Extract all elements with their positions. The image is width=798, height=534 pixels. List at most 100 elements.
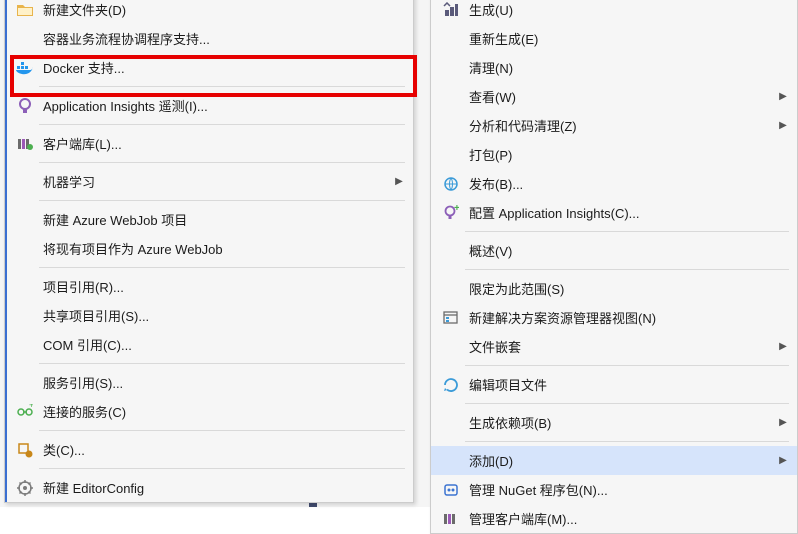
menu-label: 容器业务流程协调程序支持... xyxy=(39,29,405,48)
menu-label: 概述(V) xyxy=(465,241,789,260)
menu-label: 新建文件夹(D) xyxy=(39,0,405,19)
menu-label: Docker 支持... xyxy=(39,58,405,77)
empty-icon xyxy=(437,29,465,49)
menu-label: 文件嵌套 xyxy=(465,337,777,356)
menu-label: 将现有项目作为 Azure WebJob xyxy=(39,239,405,258)
menu-label: 清理(N) xyxy=(465,58,789,77)
empty-icon xyxy=(11,373,39,393)
menu-item-publish[interactable]: 发布(B)... xyxy=(431,169,797,198)
menu-label: 限定为此范围(S) xyxy=(465,279,789,298)
menu-label: 类(C)... xyxy=(39,440,405,459)
empty-icon xyxy=(437,145,465,165)
editorconfig-icon xyxy=(11,478,39,498)
menu-item-new-azure-webjob[interactable]: 新建 Azure WebJob 项目 xyxy=(5,205,413,234)
menu-label: 管理 NuGet 程序包(N)... xyxy=(465,480,789,499)
svg-text:+: + xyxy=(29,404,33,410)
menu-item-container-orchestration[interactable]: 容器业务流程协调程序支持... xyxy=(5,24,413,53)
connected-icon: + xyxy=(11,402,39,422)
menu-label: 服务引用(S)... xyxy=(39,373,405,392)
menu-label: 发布(B)... xyxy=(465,174,789,193)
menu-item-manage-client-libs[interactable]: 管理客户端库(M)... xyxy=(431,504,797,533)
separator xyxy=(39,468,405,469)
empty-icon xyxy=(11,239,39,259)
menu-label: Application Insights 遥测(I)... xyxy=(39,96,405,115)
empty-icon xyxy=(11,210,39,230)
menu-item-project-reference[interactable]: 项目引用(R)... xyxy=(5,272,413,301)
menu-item-scope-to-this[interactable]: 限定为此范围(S) xyxy=(431,274,797,303)
menu-item-manage-nuget[interactable]: 管理 NuGet 程序包(N)... xyxy=(431,475,797,504)
separator xyxy=(39,124,405,125)
menu-label: 生成(U) xyxy=(465,0,789,19)
menu-label: 分析和代码清理(Z) xyxy=(465,116,777,135)
menu-item-new-solution-explorer[interactable]: 新建解决方案资源管理器视图(N) xyxy=(431,303,797,332)
context-menu-project: 生成(U) 重新生成(E) 清理(N) 查看(W) ▶ 分析和代码清理(Z) ▶… xyxy=(430,0,798,534)
separator xyxy=(39,363,405,364)
empty-icon xyxy=(437,413,465,433)
appinsights-icon xyxy=(11,96,39,116)
empty-icon xyxy=(437,58,465,78)
menu-label: COM 引用(C)... xyxy=(39,335,405,354)
menu-item-com-reference[interactable]: COM 引用(C)... xyxy=(5,330,413,359)
menu-item-existing-as-webjob[interactable]: 将现有项目作为 Azure WebJob xyxy=(5,234,413,263)
menu-label: 查看(W) xyxy=(465,87,777,106)
menu-item-clean[interactable]: 清理(N) xyxy=(431,53,797,82)
empty-icon xyxy=(437,241,465,261)
separator xyxy=(39,200,405,201)
menu-label: 机器学习 xyxy=(39,172,393,191)
menu-item-pack[interactable]: 打包(P) xyxy=(431,140,797,169)
menu-item-edit-project-file[interactable]: 编辑项目文件 xyxy=(431,370,797,399)
menu-label: 编辑项目文件 xyxy=(465,375,789,394)
menu-label: 配置 Application Insights(C)... xyxy=(465,203,789,222)
menu-label: 添加(D) xyxy=(465,451,777,470)
empty-icon xyxy=(437,337,465,357)
separator xyxy=(465,365,789,366)
separator xyxy=(39,86,405,87)
menu-item-analyze-cleanup[interactable]: 分析和代码清理(Z) ▶ xyxy=(431,111,797,140)
menu-label: 连接的服务(C) xyxy=(39,402,405,421)
svg-text:+: + xyxy=(454,205,459,214)
menu-item-class[interactable]: 类(C)... xyxy=(5,435,413,464)
library-icon xyxy=(11,134,39,154)
menu-item-configure-appinsights[interactable]: + 配置 Application Insights(C)... xyxy=(431,198,797,227)
menu-item-new-editorconfig[interactable]: 新建 EditorConfig xyxy=(5,473,413,502)
menu-label: 共享项目引用(S)... xyxy=(39,306,405,325)
empty-icon xyxy=(437,279,465,299)
menu-item-machine-learning[interactable]: 机器学习 ▶ xyxy=(5,167,413,196)
chevron-right-icon: ▶ xyxy=(777,417,789,428)
menu-item-build[interactable]: 生成(U) xyxy=(431,0,797,24)
chevron-right-icon: ▶ xyxy=(777,91,789,102)
chevron-right-icon: ▶ xyxy=(777,120,789,131)
menu-item-add[interactable]: 添加(D) ▶ xyxy=(431,446,797,475)
menu-item-service-reference[interactable]: 服务引用(S)... xyxy=(5,368,413,397)
empty-icon xyxy=(11,172,39,192)
empty-icon xyxy=(11,277,39,297)
menu-item-rebuild[interactable]: 重新生成(E) xyxy=(431,24,797,53)
menu-label: 打包(P) xyxy=(465,145,789,164)
separator xyxy=(39,162,405,163)
client-lib-icon xyxy=(437,509,465,529)
empty-icon xyxy=(437,116,465,136)
separator xyxy=(465,403,789,404)
menu-item-connected-services[interactable]: + 连接的服务(C) xyxy=(5,397,413,426)
separator xyxy=(465,441,789,442)
menu-item-client-library[interactable]: 客户端库(L)... xyxy=(5,129,413,158)
menu-label: 管理客户端库(M)... xyxy=(465,509,789,528)
separator xyxy=(39,267,405,268)
menu-item-shared-project-reference[interactable]: 共享项目引用(S)... xyxy=(5,301,413,330)
menu-item-appinsights-telemetry[interactable]: Application Insights 遥测(I)... xyxy=(5,91,413,120)
menu-item-view[interactable]: 查看(W) ▶ xyxy=(431,82,797,111)
menu-item-file-nesting[interactable]: 文件嵌套 ▶ xyxy=(431,332,797,361)
folder-icon xyxy=(11,0,39,20)
menu-item-build-dependencies[interactable]: 生成依赖项(B) ▶ xyxy=(431,408,797,437)
empty-icon xyxy=(11,29,39,49)
menu-item-docker-support[interactable]: Docker 支持... xyxy=(5,53,413,82)
menu-label: 新建 EditorConfig xyxy=(39,478,405,497)
menu-label: 客户端库(L)... xyxy=(39,134,405,153)
menu-label: 重新生成(E) xyxy=(465,29,789,48)
separator xyxy=(465,269,789,270)
menu-label: 新建 Azure WebJob 项目 xyxy=(39,210,405,229)
chevron-right-icon: ▶ xyxy=(393,176,405,187)
menu-item-overview[interactable]: 概述(V) xyxy=(431,236,797,265)
menu-item-new-folder[interactable]: 新建文件夹(D) xyxy=(5,0,413,24)
nuget-icon xyxy=(437,480,465,500)
